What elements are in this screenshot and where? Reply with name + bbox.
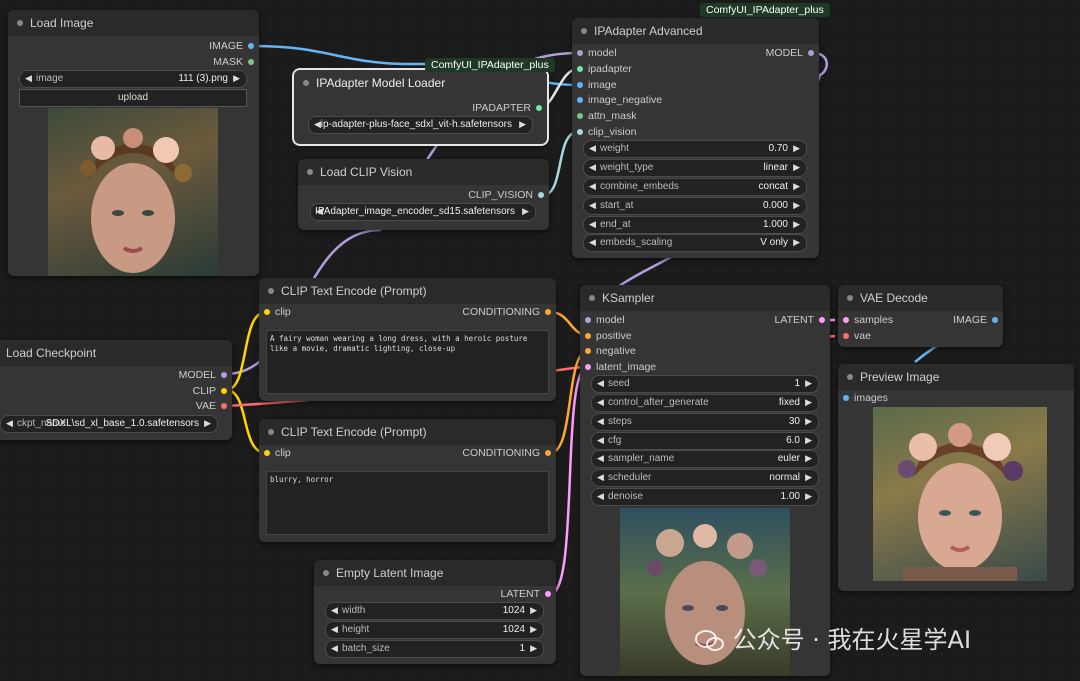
node-title: Load Checkpoint	[6, 346, 97, 360]
node-title: VAE Decode	[860, 291, 928, 305]
load-clip-vision-node[interactable]: Load CLIP Vision CLIP_VISION ◀ IPAdapter_…	[298, 159, 549, 230]
input-portrait-image	[48, 108, 218, 276]
seed-widget[interactable]: ◀ seed 1 ▶	[591, 375, 819, 393]
embeds-scaling-widget[interactable]: ◀ embeds_scaling V only ▶	[583, 234, 807, 252]
scheduler-widget[interactable]: ◀ scheduler normal ▶	[591, 469, 819, 487]
input-vae[interactable]: vae	[838, 328, 871, 344]
input-model[interactable]: model	[580, 312, 625, 328]
input-clip-vision[interactable]: clip_vision	[572, 124, 636, 140]
node-title: KSampler	[602, 291, 655, 305]
node-title: Preview Image	[860, 370, 940, 384]
end-at-widget[interactable]: ◀ end_at 1.000 ▶	[583, 216, 807, 234]
output-vae[interactable]: VAE	[196, 398, 232, 414]
output-image[interactable]: IMAGE	[953, 312, 1003, 328]
collapse-dot-icon[interactable]	[847, 295, 853, 301]
output-model[interactable]: MODEL	[766, 45, 819, 61]
input-samples[interactable]: samples	[838, 312, 893, 328]
output-clip-vision[interactable]: CLIP_VISION	[468, 187, 549, 203]
output-clip[interactable]: CLIP	[193, 383, 232, 399]
upload-button[interactable]: upload	[19, 89, 247, 107]
sampler-name-widget[interactable]: ◀ sampler_name euler ▶	[591, 450, 819, 468]
output-mask[interactable]: MASK	[213, 54, 259, 70]
clip-text-encode-positive-node[interactable]: CLIP Text Encode (Prompt) clip CONDITION…	[259, 278, 556, 401]
input-image[interactable]: image	[572, 77, 617, 93]
node-title: IPAdapter Model Loader	[316, 76, 446, 90]
weight-type-widget[interactable]: ◀ weight_type linear ▶	[583, 159, 807, 177]
output-preview-image	[873, 407, 1047, 581]
output-latent[interactable]: LATENT	[501, 586, 556, 602]
ipadapter-file-widget[interactable]: ◀ ip-adapter-plus-face_sdxl_vit-h.safeten…	[308, 116, 533, 134]
node-title: Load CLIP Vision	[320, 165, 413, 179]
input-attn-mask[interactable]: attn_mask	[572, 108, 636, 124]
steps-widget[interactable]: ◀ steps 30 ▶	[591, 413, 819, 431]
watermark-logo: 公众号 · 我在火星学AI	[695, 620, 971, 655]
collapse-dot-icon[interactable]	[581, 28, 587, 34]
weight-widget[interactable]: ◀ weight 0.70 ▶	[583, 140, 807, 158]
cfg-widget[interactable]: ◀ cfg 6.0 ▶	[591, 432, 819, 450]
group-label-mid: ComfyUI_IPAdapter_plus	[425, 58, 555, 72]
empty-latent-image-node[interactable]: Empty Latent Image LATENT ◀ width 1024 ▶ ◀ h…	[314, 560, 556, 664]
load-image-node[interactable]: Load Image IMAGE MASK ◀ image 111 (3).png ▶…	[8, 10, 259, 276]
node-title: Load Image	[30, 16, 94, 30]
collapse-dot-icon[interactable]	[303, 80, 309, 86]
input-latent-image[interactable]: latent_image	[580, 359, 656, 375]
ksampler-node[interactable]: KSampler LATENT model positive negative …	[580, 285, 830, 676]
output-ipadapter[interactable]: IPADAPTER	[472, 100, 547, 116]
collapse-dot-icon[interactable]	[268, 288, 274, 294]
output-conditioning[interactable]: CONDITIONING	[462, 445, 556, 461]
input-clip[interactable]: clip	[259, 304, 291, 320]
ipadapter-advanced-node[interactable]: IPAdapter Advanced MODEL model ipadapter…	[572, 18, 819, 258]
collapse-dot-icon[interactable]	[307, 169, 313, 175]
collapse-dot-icon[interactable]	[268, 429, 274, 435]
batch-size-widget[interactable]: ◀ batch_size 1 ▶	[325, 640, 544, 658]
negative-prompt-textarea[interactable]: blurry, horror	[266, 471, 549, 535]
input-ipadapter[interactable]: ipadapter	[572, 61, 632, 77]
output-conditioning[interactable]: CONDITIONING	[462, 304, 556, 320]
width-widget[interactable]: ◀ width 1024 ▶	[325, 602, 544, 620]
node-title: CLIP Text Encode (Prompt)	[281, 425, 427, 439]
collapse-dot-icon[interactable]	[323, 570, 329, 576]
collapse-dot-icon[interactable]	[847, 374, 853, 380]
positive-prompt-textarea[interactable]: A fairy woman wearing a long dress, with…	[266, 330, 549, 394]
image-select-widget[interactable]: ◀ image 111 (3).png ▶	[19, 70, 247, 88]
clip-vision-file-widget[interactable]: ◀ IPAdapter_image_encoder_sd15.safetensor…	[310, 203, 536, 221]
vae-decode-node[interactable]: VAE Decode samples IMAGE vae	[838, 285, 1003, 347]
input-images[interactable]: images	[838, 390, 888, 406]
input-model[interactable]: model	[572, 45, 617, 61]
height-widget[interactable]: ◀ height 1024 ▶	[325, 621, 544, 639]
node-title: CLIP Text Encode (Prompt)	[281, 284, 427, 298]
wechat-icon	[695, 629, 725, 653]
input-positive[interactable]: positive	[580, 328, 632, 344]
load-checkpoint-node[interactable]: Load Checkpoint MODEL CLIP VAE ◀ ckpt_nam…	[0, 340, 232, 440]
control-after-generate-widget[interactable]: ◀ control_after_generate fixed ▶	[591, 394, 819, 412]
start-at-widget[interactable]: ◀ start_at 0.000 ▶	[583, 197, 807, 215]
output-model[interactable]: MODEL	[179, 367, 232, 383]
node-title: Empty Latent Image	[336, 566, 444, 580]
group-label-top: ComfyUI_IPAdapter_plus	[700, 3, 830, 17]
denoise-widget[interactable]: ◀ denoise 1.00 ▶	[591, 488, 819, 506]
combine-embeds-widget[interactable]: ◀ combine_embeds concat ▶	[583, 178, 807, 196]
ckpt-name-widget[interactable]: ◀ ckpt_name SDXL\sd_xl_base_1.0.safetensor…	[0, 415, 218, 433]
input-clip[interactable]: clip	[259, 445, 291, 461]
clip-text-encode-negative-node[interactable]: CLIP Text Encode (Prompt) clip CONDITION…	[259, 419, 556, 542]
input-negative[interactable]: negative	[580, 343, 636, 359]
collapse-dot-icon[interactable]	[17, 20, 23, 26]
output-latent[interactable]: LATENT	[775, 312, 830, 328]
ipadapter-model-loader-node[interactable]: IPAdapter Model Loader IPADAPTER ◀ ip-ada…	[294, 70, 547, 144]
node-title: IPAdapter Advanced	[594, 24, 703, 38]
preview-image-node[interactable]: Preview Image images	[838, 364, 1074, 591]
collapse-dot-icon[interactable]	[589, 295, 595, 301]
input-image-negative[interactable]: image_negative	[572, 92, 662, 108]
output-image[interactable]: IMAGE	[209, 38, 259, 54]
